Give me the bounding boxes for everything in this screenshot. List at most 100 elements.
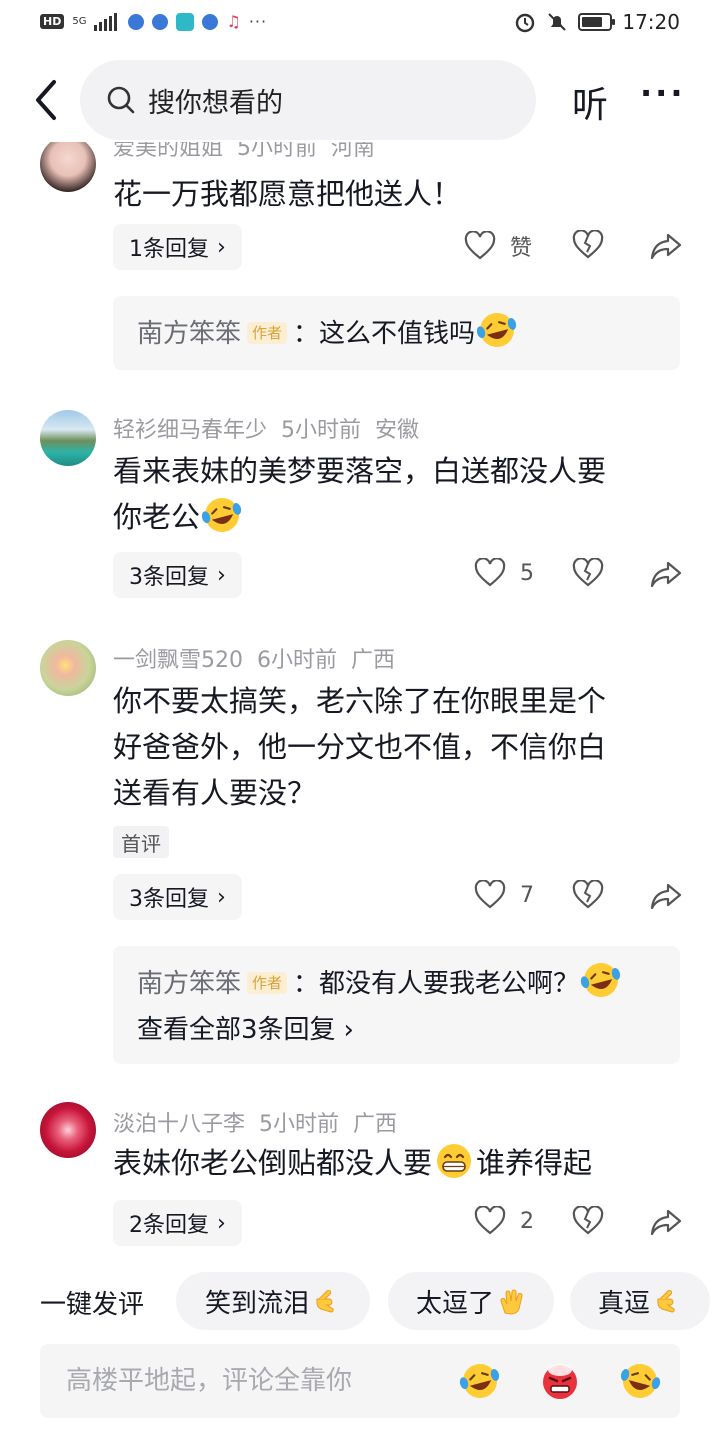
comment-actions: 7 [460,874,690,920]
comment-input[interactable] [40,1344,440,1418]
author-tag: 作者 [247,322,288,344]
app-notification-icon [152,13,169,30]
hd-indicator: HD [40,14,65,29]
status-bar-right: 17:20 [514,10,680,34]
comment-text: 花一万我都愿意把他送人！ [113,177,462,211]
replies-label: 1条回复 [129,237,209,262]
comment-location: 广西 [353,1112,398,1137]
like-button[interactable]: 赞 [464,230,532,262]
like-button[interactable]: 2 [474,1206,534,1236]
author-reply-line: 南方笨笨 作者 ：都没有人要我老公啊？ [137,960,656,1007]
app-notification-icon [202,13,219,30]
comment-time: 5小时前 [237,142,318,161]
chevron-right-icon: › [217,884,226,910]
comment-actions: 2 [460,1200,690,1246]
avatar[interactable] [40,410,96,466]
view-all-label: 查看全部3条回复 [137,1015,336,1045]
comment-time: 6小时前 [257,648,337,673]
comment-meta: 一剑飘雪520 6小时前 广西 [113,642,409,674]
back-icon[interactable] [30,78,66,122]
signal-bars-icon [94,12,118,31]
signal-icon: 5G [72,15,87,27]
author-reply[interactable]: 南方笨笨 作者 ：这么不值钱吗 [113,296,680,370]
comment-time: 5小时前 [259,1112,340,1137]
quick-comment-chip[interactable]: 笑到流泪 [176,1272,370,1330]
avatar[interactable] [40,640,96,696]
quick-comment-chip[interactable]: 真逗 [570,1272,710,1330]
comment-location: 广西 [351,648,396,673]
reply-author-name[interactable]: 南方笨笨 [137,969,241,999]
music-icon: ♫ [226,12,241,31]
comment-text-line: 看来表妹的美梦要落空，白送都没人要 [113,454,607,488]
chevron-right-icon: › [343,1015,354,1045]
view-all-replies-link[interactable]: 查看全部3条回复 › [137,1007,656,1053]
comment-time: 5小时前 [281,418,362,443]
search-bar[interactable]: 搜你想看的 [80,60,536,140]
author-reply[interactable]: 南方笨笨 作者 ：都没有人要我老公啊？ 查看全部3条回复 › [113,946,680,1064]
search-placeholder: 搜你想看的 [148,87,283,119]
status-bar: HD 5G ♫ ··· 17:20 [0,0,720,50]
comment-input-bar [40,1344,680,1418]
avatar[interactable] [40,142,96,192]
hand-emoji [316,1289,334,1313]
replies-button[interactable]: 2条回复 › [113,1200,242,1246]
chip-label: 真逗 [597,1288,650,1319]
laugh-cry-emoji [580,963,621,997]
author-tag: 作者 [247,972,288,994]
like-button[interactable]: 5 [474,558,534,588]
commenter-name[interactable]: 一剑飘雪520 [113,648,243,673]
share-icon[interactable] [650,232,682,260]
search-icon [107,86,135,114]
heart-icon [474,880,506,909]
heartbreak-icon[interactable] [572,230,604,260]
comment-text-part: 表妹你老公倒贴都没人要 [113,1146,433,1180]
comment-meta: 爱美的姐姐 5小时前 河南 [113,142,389,162]
avatar[interactable] [40,1102,96,1158]
chevron-right-icon: › [217,234,226,260]
like-count: 赞 [510,236,533,261]
share-icon[interactable] [650,1208,682,1236]
like-button[interactable]: 7 [474,880,534,910]
share-icon[interactable] [650,560,682,588]
replies-button[interactable]: 1条回复 › [113,224,242,270]
quick-comment-chip[interactable]: 太逗了 [388,1272,554,1330]
battery-level [582,17,602,27]
laugh-cry-emoji-button[interactable] [458,1360,502,1402]
first-comment-tag: 首评 [113,826,169,858]
heartbreak-icon[interactable] [572,1206,604,1236]
listen-button[interactable]: 听 [572,76,608,128]
angry-emoji-button[interactable] [538,1360,582,1402]
more-notifications-icon: ··· [248,12,268,31]
comment-text: 看来表妹的美梦要落空，白送都没人要 你老公 [113,448,683,540]
replies-button[interactable]: 3条回复 › [113,552,242,598]
quick-comment-bar: 一键发评 笑到流泪 太逗了 真逗 [0,1272,720,1330]
comment-list: 爱美的姐姐 5小时前 河南 花一万我都愿意把他送人！ 1条回复 › 赞 南方笨笨 作者：… [0,142,720,1250]
commenter-name[interactable]: 淡泊十八子李 [113,1112,245,1137]
comment-location: 安徽 [375,418,420,443]
chevron-right-icon: › [217,562,226,588]
clap-emoji [500,1289,523,1315]
chip-label: 太逗了 [415,1288,494,1319]
comment-actions: 赞 [460,224,690,270]
more-options-button[interactable]: ··· [640,74,685,112]
comment-text-line: 好爸爸外，他一分文也不值，不信你白 [113,730,607,764]
chevron-right-icon: › [217,1210,226,1236]
commenter-name[interactable]: 爱美的姐姐 [113,142,223,161]
laugh-cry-emoji-button[interactable] [618,1360,662,1402]
reply-author-name[interactable]: 南方笨笨 [137,319,241,349]
commenter-name[interactable]: 轻衫细马春年少 [113,418,267,443]
comment-actions: 5 [460,552,690,598]
heartbreak-icon[interactable] [572,880,604,910]
reader-app-icon [176,12,195,31]
like-count: 2 [520,1208,534,1234]
heartbreak-icon[interactable] [572,558,604,588]
reply-text: ：这么不值钱吗 [293,319,476,349]
share-icon[interactable] [650,882,682,910]
heart-icon [464,231,496,260]
hand-emoji [657,1289,675,1313]
reply-text: ：都没有人要我老公啊？ [293,969,580,999]
comment-text-line: 你老公 [113,494,683,540]
replies-button[interactable]: 3条回复 › [113,874,242,920]
comment-meta: 淡泊十八子李 5小时前 广西 [113,1106,411,1138]
laugh-cry-emoji [201,498,242,532]
